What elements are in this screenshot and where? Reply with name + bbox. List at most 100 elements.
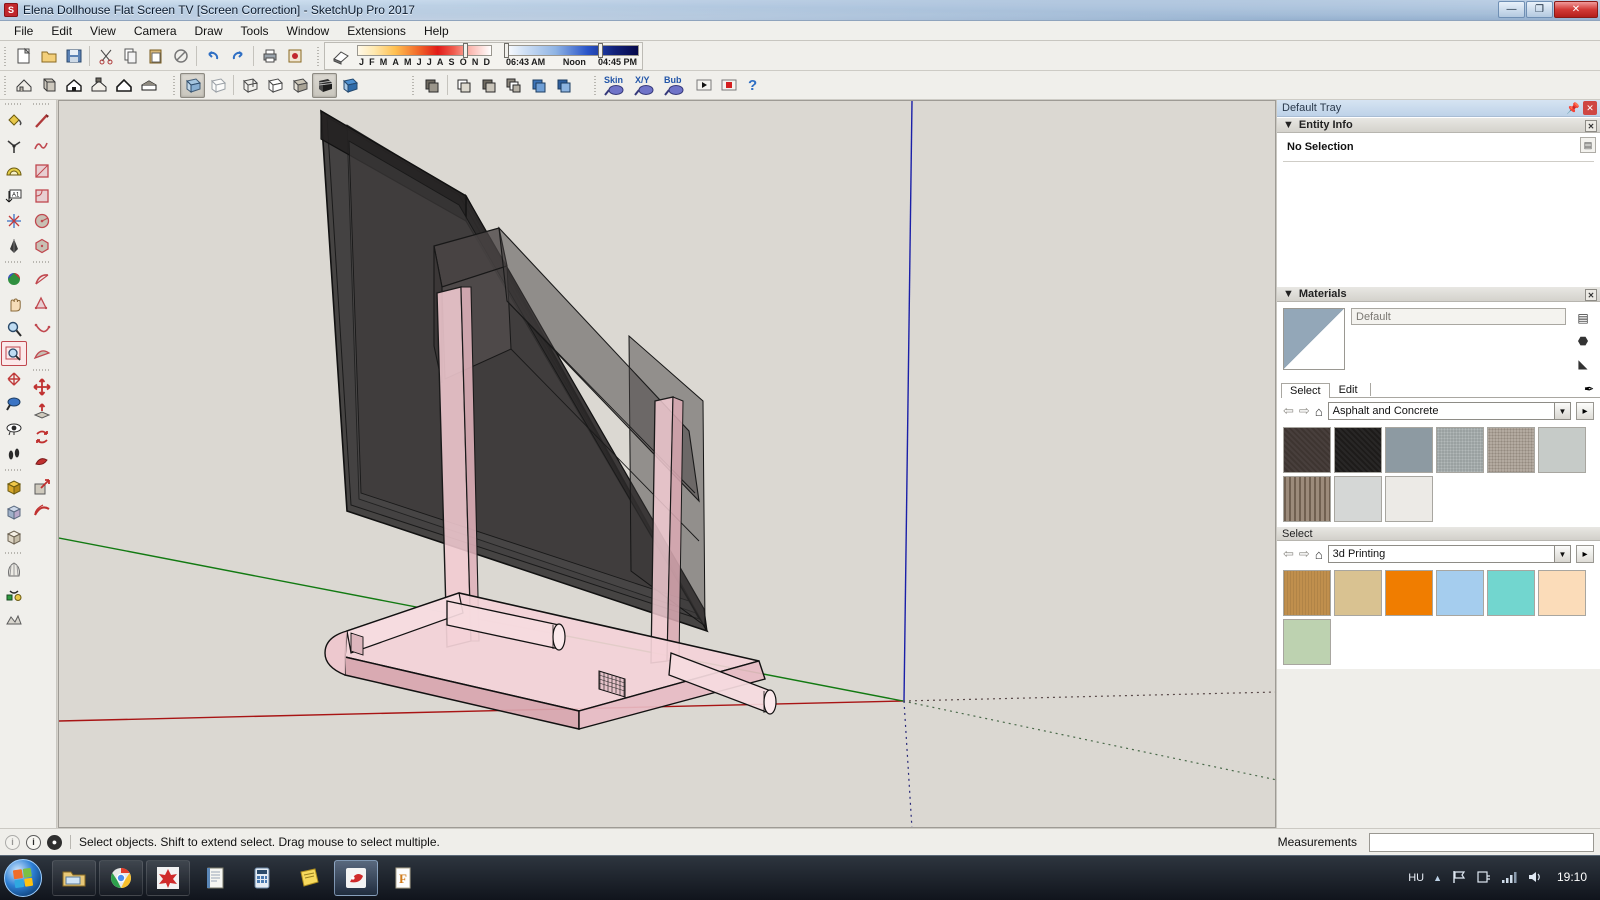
back-arrow-icon[interactable]: ⇦ xyxy=(1283,403,1294,419)
info-faint-icon[interactable]: i xyxy=(5,834,20,850)
materials-library-combo[interactable]: Asphalt and Concrete ▼ xyxy=(1327,402,1571,420)
lt-grip-a2[interactable] xyxy=(5,259,23,265)
lt-grip-a1[interactable] xyxy=(5,101,23,107)
zoom-tool[interactable] xyxy=(1,316,27,341)
style-house-shaded-icon[interactable] xyxy=(86,73,111,98)
shaded-style[interactable] xyxy=(287,73,312,98)
material-swatch[interactable] xyxy=(1385,476,1433,522)
undo-icon[interactable] xyxy=(200,43,225,68)
home-icon[interactable]: ⌂ xyxy=(1315,404,1323,419)
rotated-rectangle-tool[interactable] xyxy=(29,183,55,208)
material-swatch[interactable] xyxy=(1283,427,1331,473)
taskbar-f-app[interactable]: F xyxy=(381,860,425,896)
2-point-arc-tool[interactable] xyxy=(29,316,55,341)
sandbox-tool[interactable] xyxy=(1,607,27,632)
forward-arrow-icon[interactable]: ⇨ xyxy=(1299,403,1310,419)
shell-tool[interactable] xyxy=(1,557,27,582)
rotate-tool[interactable] xyxy=(29,424,55,449)
arc-tool[interactable] xyxy=(29,266,55,291)
copy-icon[interactable] xyxy=(118,43,143,68)
network-icon[interactable] xyxy=(1501,870,1518,887)
walk-tool[interactable] xyxy=(1,441,27,466)
shaded-with-textures-style[interactable] xyxy=(312,72,337,98)
materials-close-icon[interactable]: ✕ xyxy=(1585,289,1597,301)
entity-info-header[interactable]: ▼ Entity Info ✕ xyxy=(1277,117,1600,133)
model-info-icon[interactable] xyxy=(282,43,307,68)
maximize-button[interactable]: ❐ xyxy=(1526,1,1553,18)
monochrome-style[interactable] xyxy=(337,73,362,98)
lt-grip-b1[interactable] xyxy=(33,101,51,107)
axes-tool[interactable] xyxy=(1,133,27,158)
material-swatch[interactable] xyxy=(1487,427,1535,473)
style-house-outline-icon[interactable] xyxy=(111,73,136,98)
paint-bucket-tool[interactable] xyxy=(1,108,27,133)
menu-extensions[interactable]: Extensions xyxy=(339,22,414,40)
materials-details-icon[interactable]: ▸ xyxy=(1576,402,1594,420)
style-house-solid-icon[interactable] xyxy=(61,73,86,98)
menu-edit[interactable]: Edit xyxy=(43,22,80,40)
style-box-icon[interactable] xyxy=(36,73,61,98)
section-group-2-icon[interactable] xyxy=(551,73,576,98)
person-icon[interactable]: ● xyxy=(47,834,62,850)
measurements-input[interactable] xyxy=(1369,832,1594,852)
sample-paint-icon[interactable]: ⬣ xyxy=(1573,332,1593,350)
forward-arrow-icon[interactable]: ⇨ xyxy=(1299,546,1310,562)
materials-tab-select[interactable]: Select xyxy=(1281,383,1330,398)
model-canvas[interactable] xyxy=(59,101,1276,828)
circle-tool[interactable] xyxy=(29,208,55,233)
toolbar-grip[interactable] xyxy=(2,44,9,67)
component-white-tool[interactable] xyxy=(1,524,27,549)
styles-toolbar-grip[interactable] xyxy=(2,74,9,96)
chevron-down-icon[interactable]: ▼ xyxy=(1554,546,1570,562)
print-material-swatch[interactable] xyxy=(1538,570,1586,616)
zoom-extents-tool[interactable] xyxy=(1,366,27,391)
material-swatch[interactable] xyxy=(1283,476,1331,522)
print-material-swatch[interactable] xyxy=(1436,570,1484,616)
cut-icon[interactable] xyxy=(93,43,118,68)
redo-icon[interactable] xyxy=(225,43,250,68)
model-viewport[interactable] xyxy=(58,100,1276,828)
lt-grip-a4[interactable] xyxy=(5,550,23,556)
print-material-swatch[interactable] xyxy=(1283,570,1331,616)
lt-grip-b2[interactable] xyxy=(33,259,51,265)
3-point-arc-tool[interactable] xyxy=(29,341,55,366)
taskbar-calculator[interactable] xyxy=(240,860,284,896)
component-blue-tool[interactable] xyxy=(1,499,27,524)
chevron-down-icon[interactable]: ▼ xyxy=(1554,403,1570,419)
material-swatch[interactable] xyxy=(1385,427,1433,473)
shadow-toolbar-grip[interactable] xyxy=(315,44,322,67)
display-section-planes-icon[interactable] xyxy=(451,73,476,98)
lt-grip-a3[interactable] xyxy=(5,467,23,473)
push-pull-tool[interactable] xyxy=(29,399,55,424)
material-swatch[interactable] xyxy=(1334,427,1382,473)
section-group-1-icon[interactable] xyxy=(526,73,551,98)
select-library-combo[interactable]: 3d Printing ▼ xyxy=(1327,545,1571,563)
position-camera-tool[interactable] xyxy=(1,266,27,291)
style-house-flat-icon[interactable] xyxy=(136,73,161,98)
action-center-icon[interactable] xyxy=(1476,870,1492,887)
section-plane-icon[interactable] xyxy=(419,73,444,98)
taskbar-explorer[interactable] xyxy=(52,860,96,896)
scale-tool[interactable] xyxy=(29,474,55,499)
follow-me-tool[interactable] xyxy=(29,449,55,474)
open-icon[interactable] xyxy=(36,43,61,68)
material-preview-corner-icon[interactable]: ◣ xyxy=(1573,355,1593,373)
pin-icon[interactable]: 📌 xyxy=(1566,102,1580,115)
3d-text-tool[interactable] xyxy=(1,233,27,258)
eyedropper-icon[interactable]: ✒ xyxy=(1584,382,1594,396)
pan-tool[interactable] xyxy=(1,291,27,316)
print-material-swatch[interactable] xyxy=(1334,570,1382,616)
look-around-tool[interactable] xyxy=(1,416,27,441)
material-preview-swatch[interactable] xyxy=(1283,308,1345,370)
component-gold-tool[interactable] xyxy=(1,474,27,499)
play-tool[interactable] xyxy=(691,73,716,98)
menu-tools[interactable]: Tools xyxy=(233,22,277,40)
display-section-cuts-icon[interactable] xyxy=(476,73,501,98)
text-tool[interactable]: A1 xyxy=(1,183,27,208)
move-tool[interactable] xyxy=(29,374,55,399)
back-arrow-icon[interactable]: ⇦ xyxy=(1283,546,1294,562)
close-button[interactable]: ✕ xyxy=(1554,1,1598,18)
xray-face-style[interactable] xyxy=(180,72,205,98)
material-swatch[interactable] xyxy=(1436,427,1484,473)
face-style-grip[interactable] xyxy=(171,74,178,96)
